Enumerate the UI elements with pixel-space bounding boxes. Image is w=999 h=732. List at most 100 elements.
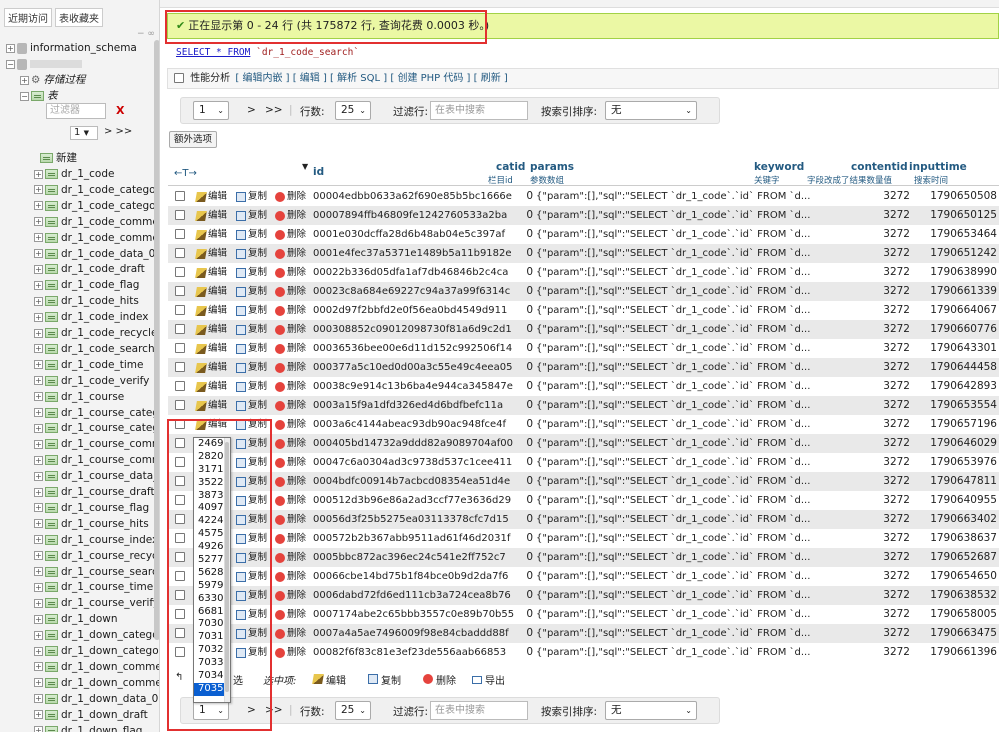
nav-table-item[interactable]: + dr_1_course_verify [34, 595, 159, 611]
nav-table-item[interactable]: + dr_1_down_data_0 [34, 691, 158, 707]
nav-table-item[interactable]: + dr_1_code_recycle [34, 325, 157, 341]
nav-table-label[interactable]: dr_1_down_comment [61, 661, 159, 673]
row-delete-button[interactable]: 删除 [275, 529, 306, 548]
expand-icon[interactable]: + [34, 408, 43, 417]
bulk-export-button[interactable]: 导出 [472, 672, 505, 687]
nav-table-item[interactable]: + dr_1_course_draft [34, 484, 155, 500]
bulk-delete-button[interactable]: 删除 [423, 672, 456, 687]
expand-icon[interactable]: + [34, 678, 43, 688]
header-params[interactable]: params [530, 161, 574, 173]
nav-table-label[interactable]: dr_1_course_commen [61, 454, 159, 466]
nav-table-item[interactable]: + dr_1_down_draft [34, 707, 148, 723]
nav-table-item[interactable]: + dr_1_course_index [34, 532, 158, 548]
collapse-all-icon[interactable]: − ∞ [137, 29, 155, 39]
row-delete-button[interactable]: 删除 [275, 643, 306, 662]
expand-icon[interactable]: + [6, 43, 15, 53]
row-copy-button[interactable]: 复制 [236, 301, 267, 320]
row-edit-button[interactable]: 编辑 [195, 377, 227, 396]
nav-table-item[interactable]: + dr_1_down_category_ [34, 643, 159, 659]
rows-select-bottom[interactable]: 25 ⌄ [335, 701, 371, 720]
table-filter-input[interactable]: 过滤器 [46, 103, 106, 119]
new-label[interactable]: 新建 [56, 152, 77, 164]
row-delete-button[interactable]: 删除 [275, 187, 306, 206]
expand-icon[interactable]: + [34, 439, 43, 449]
column-arrows[interactable]: ←T→ [174, 168, 197, 179]
row-checkbox[interactable] [175, 210, 185, 220]
row-checkbox[interactable] [175, 324, 185, 334]
expand-icon[interactable]: + [34, 169, 43, 179]
nav-table-label[interactable]: dr_1_down_draft [61, 709, 148, 721]
nav-table-item[interactable]: + dr_1_code [34, 166, 114, 182]
row-delete-button[interactable]: 删除 [275, 206, 306, 225]
expand-icon[interactable]: + [34, 662, 43, 672]
row-edit-button[interactable]: 编辑 [195, 187, 227, 206]
nav-table-item[interactable]: + dr_1_course_commen [34, 452, 159, 468]
nav-table-item[interactable]: + dr_1_code_hits [34, 293, 139, 309]
expand-icon[interactable]: + [34, 296, 43, 306]
tab-favorites[interactable]: 表收藏夹 [55, 8, 103, 27]
db-label[interactable] [30, 60, 82, 68]
row-edit-button[interactable]: 编辑 [195, 396, 227, 415]
row-delete-button[interactable]: 删除 [275, 358, 306, 377]
page-select[interactable]: 1 ⌄ [193, 101, 229, 120]
nav-table-label[interactable]: dr_1_course_verify [61, 597, 159, 609]
bulk-edit-button[interactable]: 编辑 [312, 672, 346, 687]
nav-table-label[interactable]: dr_1_code_time [61, 359, 143, 371]
expand-icon[interactable]: + [34, 567, 43, 576]
nav-table-label[interactable]: dr_1_down_flag [61, 725, 142, 732]
nav-table-item[interactable]: + dr_1_course_search [34, 564, 159, 580]
row-checkbox[interactable] [175, 400, 185, 410]
nav-table-label[interactable]: dr_1_course_time [61, 581, 153, 593]
nav-table-item[interactable]: + dr_1_code_category [34, 182, 159, 198]
nav-table-label[interactable]: dr_1_down_category [61, 629, 159, 641]
row-copy-button[interactable]: 复制 [236, 263, 267, 282]
expand-icon[interactable]: + [34, 312, 43, 322]
expand-icon[interactable]: + [34, 519, 43, 529]
row-delete-button[interactable]: 删除 [275, 415, 306, 434]
row-delete-button[interactable]: 删除 [275, 301, 306, 320]
nav-table-item[interactable]: + dr_1_down_comment_ [34, 675, 159, 691]
collapse-icon[interactable]: − [6, 59, 15, 69]
row-delete-button[interactable]: 删除 [275, 624, 306, 643]
row-edit-button[interactable]: 编辑 [195, 320, 227, 339]
nav-table-label[interactable]: dr_1_course_hits [61, 518, 149, 530]
tree-procedures[interactable]: + ⚙ 存储过程 [20, 72, 85, 88]
row-checkbox[interactable] [175, 362, 185, 372]
row-delete-button[interactable]: 删除 [275, 586, 306, 605]
nav-table-label[interactable]: dr_1_down [61, 613, 118, 625]
nav-table-label[interactable]: dr_1_code_hits [61, 295, 139, 307]
row-checkbox[interactable] [175, 305, 185, 315]
expand-icon[interactable]: + [34, 582, 43, 592]
expand-icon[interactable]: + [34, 233, 43, 243]
row-edit-button[interactable]: 编辑 [195, 263, 227, 282]
nav-table-label[interactable]: dr_1_course [61, 391, 124, 403]
sql-actions-links[interactable]: [ 编辑内嵌 ] [ 编辑 ] [ 解析 SQL ] [ 创建 PHP 代码 ]… [235, 73, 507, 84]
row-delete-button[interactable]: 删除 [275, 491, 306, 510]
nav-table-item[interactable]: + dr_1_course_category [34, 405, 159, 421]
sort-caret-icon[interactable]: ▼ [302, 162, 308, 171]
row-delete-button[interactable]: 删除 [275, 339, 306, 358]
expand-icon[interactable]: + [34, 185, 43, 195]
nav-table-label[interactable]: dr_1_code_draft [61, 263, 145, 275]
nav-table-item[interactable]: + dr_1_code_verify [34, 373, 149, 389]
nav-table-label[interactable]: dr_1_code [61, 168, 114, 180]
row-delete-button[interactable]: 删除 [275, 244, 306, 263]
row-checkbox[interactable] [175, 343, 185, 353]
tables-label[interactable]: 表 [47, 90, 58, 102]
header-id[interactable]: id [313, 166, 324, 178]
expand-icon[interactable]: + [34, 726, 43, 732]
row-edit-button[interactable]: 编辑 [195, 301, 227, 320]
expand-icon[interactable]: + [34, 217, 43, 227]
row-checkbox[interactable] [175, 191, 185, 201]
row-copy-button[interactable]: 复制 [236, 282, 267, 301]
nav-table-item[interactable]: + dr_1_code_comment_ [34, 230, 159, 246]
row-edit-button[interactable]: 编辑 [195, 206, 227, 225]
expand-icon[interactable]: + [34, 280, 43, 290]
nav-table-item[interactable]: + dr_1_course_recycle [34, 548, 159, 564]
nav-table-label[interactable]: dr_1_code_data_0 [61, 248, 155, 260]
expand-icon[interactable]: + [34, 360, 43, 370]
nav-table-item[interactable]: + dr_1_course_hits [34, 516, 149, 532]
nav-table-item[interactable]: + dr_1_course_data_0 [34, 468, 159, 484]
row-edit-button[interactable]: 编辑 [195, 225, 227, 244]
nav-table-label[interactable]: dr_1_code_recycle [61, 327, 157, 339]
